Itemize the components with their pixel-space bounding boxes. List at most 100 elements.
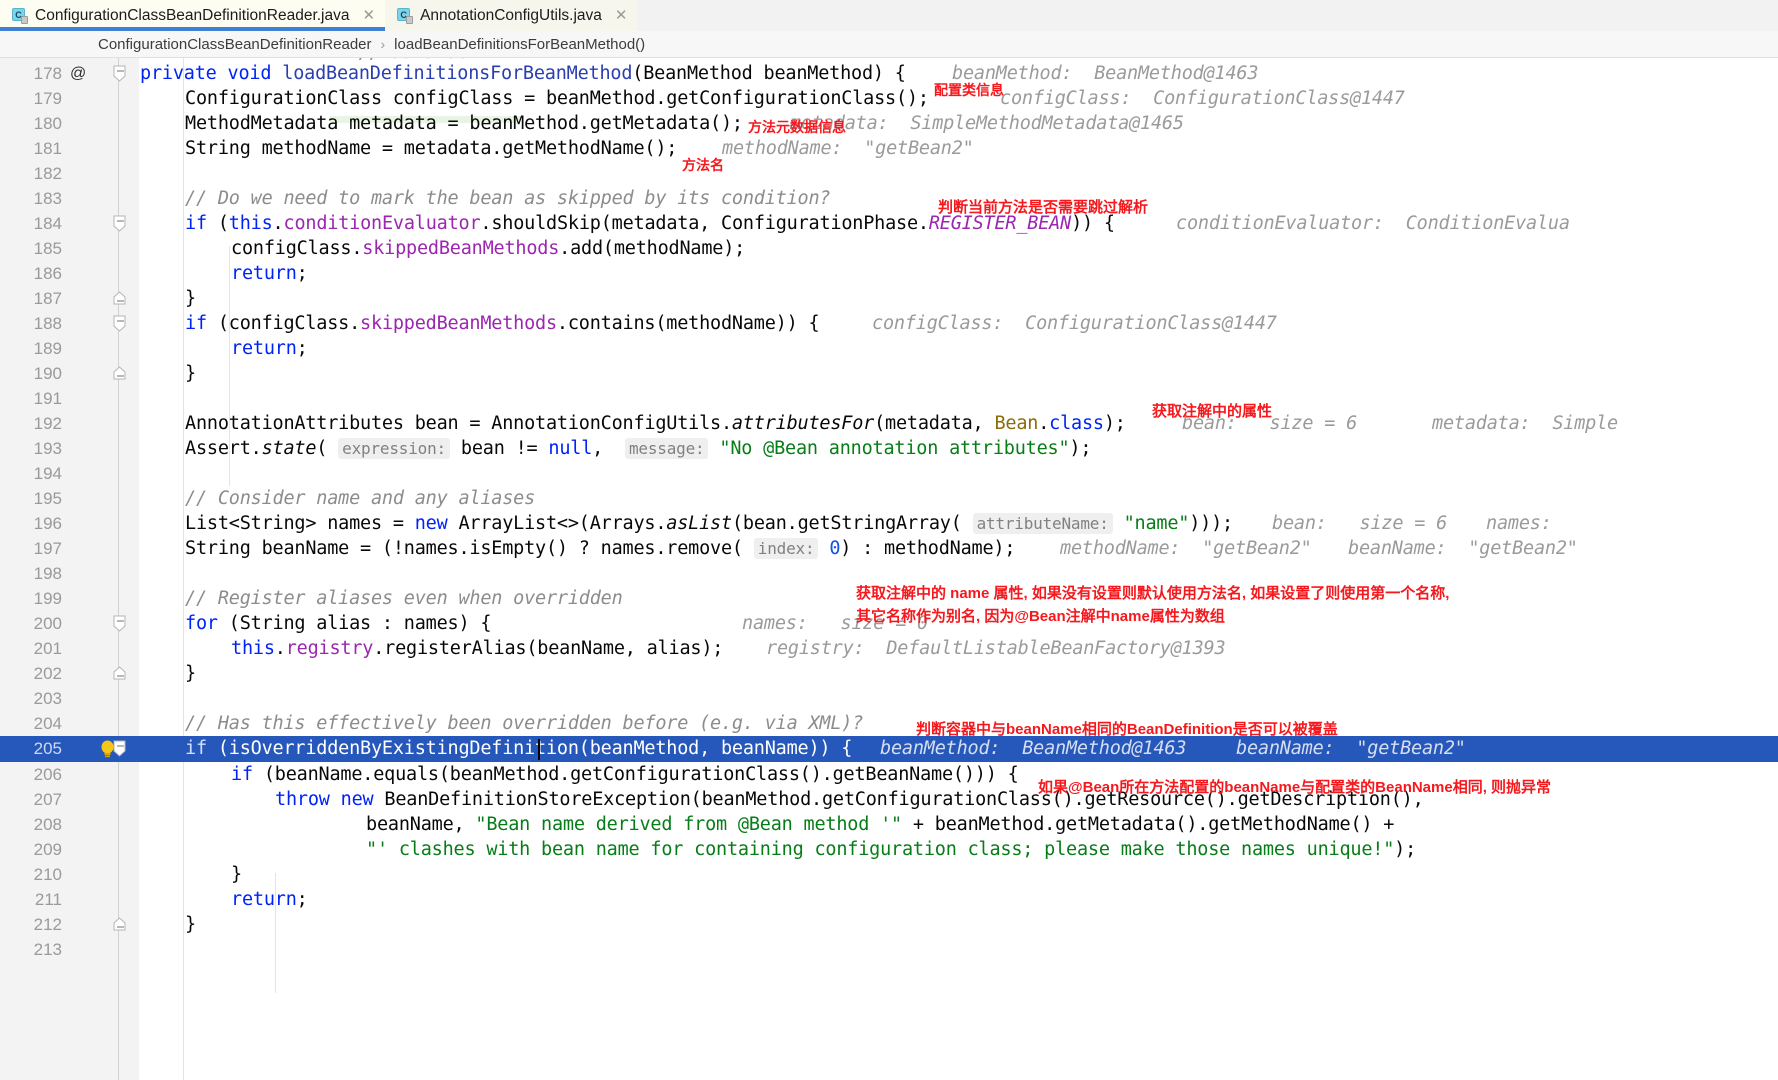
code-text: List<String> names = new ArrayList<>(Arr… (185, 513, 1233, 534)
code-text: private void loadBeanDefinitionsForBeanM… (140, 63, 906, 84)
line-number: 181 (33, 139, 62, 158)
fold-minus-icon[interactable] (112, 215, 127, 233)
code-line-195[interactable]: 195 // Consider name and any aliases (0, 486, 1778, 511)
fold-end-icon[interactable] (112, 665, 127, 683)
text-caret (538, 739, 540, 760)
code-line-184[interactable]: 184 if (this.conditionEvaluator.shouldSk… (0, 211, 1778, 236)
code-line-190[interactable]: 190 } (0, 361, 1778, 386)
inline-hint: conditionEvaluator: ConditionEvalua (1176, 213, 1570, 234)
code-line-180[interactable]: 180 MethodMetadata metadata = beanMethod… (0, 111, 1778, 136)
code-text: } (185, 288, 196, 309)
user-annotation-config-class-info: 配置类信息 (934, 82, 1004, 98)
parameter-hint: index: (753, 538, 819, 559)
fold-end-icon[interactable] (112, 916, 127, 934)
java-class-icon: C (12, 7, 28, 24)
line-number: 194 (33, 464, 62, 483)
line-number: 189 (33, 339, 62, 358)
line-number: 185 (33, 239, 62, 258)
tab-annotationconfigutils[interactable]: C AnnotationConfigUtils.java ✕ (385, 0, 638, 31)
lightbulb-icon[interactable] (99, 740, 116, 758)
lock-overlay-icon (406, 15, 414, 24)
code-text: Assert.state( expression: bean != null, … (185, 438, 1092, 459)
code-line-209[interactable]: 209 "' clashes with bean name for contai… (0, 837, 1778, 862)
line-number: 183 (33, 189, 62, 208)
code-line-182[interactable]: 182 (0, 161, 1778, 186)
code-text: String methodName = metadata.getMethodNa… (185, 138, 678, 159)
line-number: 195 (33, 489, 62, 508)
code-line-201[interactable]: 201 this.registry.registerAlias(beanName… (0, 636, 1778, 661)
code-line-194[interactable]: 194 (0, 461, 1778, 486)
inline-hint: methodName: "getBean2" (1060, 538, 1312, 559)
user-annotation-name-attr-line1: 获取注解中的 name 属性, 如果没有设置则默认使用方法名, 如果设置了则使用… (856, 585, 1450, 602)
java-class-icon: C (397, 7, 414, 24)
user-annotation-method-name: 方法名 (682, 157, 724, 173)
code-text: // Has this effectively been overridden … (185, 713, 864, 734)
line-number: 198 (33, 564, 62, 583)
code-text: return; (231, 263, 308, 284)
inline-hint: configClass: ConfigurationClass@1447 (872, 313, 1277, 334)
fold-end-icon[interactable] (112, 365, 127, 383)
user-annotation-throw-exception: 如果@Bean所在方法配置的beanName与配置类的BeanName相同, 则… (1038, 779, 1552, 796)
code-line-210[interactable]: 210 } (0, 862, 1778, 887)
line-number: 196 (33, 514, 62, 533)
code-text: MethodMetadata metadata = beanMethod.get… (185, 113, 743, 134)
code-line-193[interactable]: 193 Assert.state( expression: bean != nu… (0, 436, 1778, 461)
inline-hint: bean: size = 6 (1272, 513, 1448, 534)
fold-end-icon[interactable] (112, 290, 127, 308)
code-line-183[interactable]: 183 // Do we need to mark the bean as sk… (0, 186, 1778, 211)
code-text: if (beanName.equals(beanMethod.getConfig… (231, 764, 1019, 785)
code-line-208[interactable]: 208 beanName, "Bean name derived from @B… (0, 812, 1778, 837)
code-line-191[interactable]: 191 (0, 386, 1778, 411)
code-line-189[interactable]: 189 return; (0, 336, 1778, 361)
code-line-198[interactable]: 198 (0, 561, 1778, 586)
line-number: 208 (33, 815, 62, 834)
line-number: 180 (33, 114, 62, 133)
code-editor[interactable]: // JavaDoc 178 @ private void loadBeanDe… (0, 58, 1778, 1080)
breadcrumb-method[interactable]: loadBeanDefinitionsForBeanMethod() (394, 36, 645, 53)
code-line-204[interactable]: 204 // Has this effectively been overrid… (0, 711, 1778, 736)
annotation-marker-icon: @ (70, 65, 87, 82)
code-line-187[interactable]: 187 } (0, 286, 1778, 311)
code-text: // Register aliases even when overridden (185, 588, 623, 609)
code-line-196[interactable]: 196 List<String> names = new ArrayList<>… (0, 511, 1778, 536)
line-number: 190 (33, 364, 62, 383)
code-line-192[interactable]: 192 AnnotationAttributes bean = Annotati… (0, 411, 1778, 436)
code-text: // Consider name and any aliases (185, 488, 536, 509)
code-line-185[interactable]: 185 configClass.skippedBeanMethods.add(m… (0, 236, 1778, 261)
code-line-202[interactable]: 202 } (0, 661, 1778, 686)
code-line-188[interactable]: 188 if (configClass.skippedBeanMethods.c… (0, 311, 1778, 336)
code-line-212[interactable]: 212 } (0, 912, 1778, 937)
fold-minus-icon[interactable] (112, 615, 127, 633)
line-number: 213 (33, 940, 62, 959)
code-line-203[interactable]: 203 (0, 686, 1778, 711)
tab-close-icon[interactable]: ✕ (363, 8, 376, 23)
line-number: 203 (33, 689, 62, 708)
code-line-213[interactable]: 213 (0, 937, 1778, 962)
code-text: return; (231, 889, 308, 910)
code-line-181[interactable]: 181 String methodName = metadata.getMeth… (0, 136, 1778, 161)
code-line-179[interactable]: 179 ConfigurationClass configClass = bea… (0, 86, 1778, 111)
line-number: 212 (33, 915, 62, 934)
line-number: 205 (33, 739, 62, 758)
breadcrumb-class[interactable]: ConfigurationClassBeanDefinitionReader (98, 36, 372, 53)
line-number: 204 (33, 714, 62, 733)
line-number: 178 (33, 64, 62, 83)
line-number: 211 (34, 890, 62, 909)
line-number: 202 (33, 664, 62, 683)
line-number: 188 (33, 314, 62, 333)
line-number: 207 (33, 790, 62, 809)
code-line-197[interactable]: 197 String beanName = (!names.isEmpty() … (0, 536, 1778, 561)
line-number: 200 (33, 614, 62, 633)
code-line-186[interactable]: 186 return; (0, 261, 1778, 286)
fold-minus-icon[interactable] (112, 315, 127, 333)
tab-close-icon[interactable]: ✕ (615, 8, 628, 23)
fold-minus-icon[interactable] (112, 65, 127, 83)
code-text: return; (231, 338, 308, 359)
line-number: 192 (33, 414, 62, 433)
code-line-178[interactable]: 178 @ private void loadBeanDefinitionsFo… (0, 61, 1778, 86)
code-text: // Do we need to mark the bean as skippe… (185, 188, 831, 209)
code-line-205-selected[interactable]: 205 if (isOverriddenByExistingDefinition… (0, 736, 1778, 762)
tab-configurationclassbeandefinitionreader[interactable]: C ConfigurationClassBeanDefinitionReader… (0, 0, 386, 31)
code-line-211[interactable]: 211 return; (0, 887, 1778, 912)
editor-tab-bar: C ConfigurationClassBeanDefinitionReader… (0, 0, 1778, 31)
